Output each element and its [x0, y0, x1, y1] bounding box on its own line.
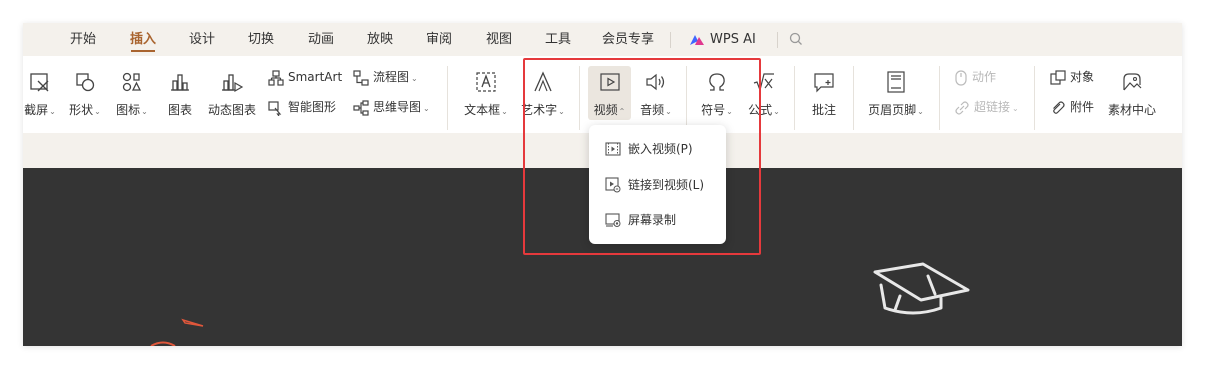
- group-divider: [794, 66, 795, 130]
- tab-divider: [777, 32, 778, 48]
- smart-shape-icon: [268, 100, 282, 116]
- shape-button[interactable]: 形状⌄: [65, 56, 105, 126]
- header-footer-icon: [887, 71, 905, 93]
- group-divider: [447, 66, 448, 130]
- tab-tools[interactable]: 工具: [545, 23, 571, 56]
- mindmap-label: 思维导图: [373, 100, 422, 114]
- attachment-label: 附件: [1070, 100, 1095, 114]
- dynamic-chart-icon: [222, 74, 244, 93]
- tab-design[interactable]: 设计: [189, 23, 215, 56]
- tab-start[interactable]: 开始: [70, 23, 96, 56]
- hyperlink-icon: [955, 100, 969, 115]
- screenshot-label: 截屏: [24, 103, 49, 117]
- mindmap-icon: [353, 99, 369, 116]
- group-divider: [853, 66, 854, 130]
- hyperlink-button[interactable]: 超链接 ⌄: [954, 97, 1019, 117]
- action-mouse-icon: [955, 69, 967, 86]
- tab-transition[interactable]: 切换: [248, 23, 274, 56]
- chart-icon: [171, 74, 189, 91]
- action-label: 动作: [972, 70, 997, 84]
- ribbon-tab-bar: 开始 插入 设计 切换 动画 放映 审阅 视图 工具 会员专享 WPS AI: [23, 23, 1182, 56]
- smart-shape-button[interactable]: 智能图形: [268, 97, 336, 117]
- tab-slideshow[interactable]: 放映: [367, 23, 393, 56]
- icons-grid-icon: [122, 72, 142, 92]
- header-footer-label: 页眉页脚: [868, 103, 917, 117]
- smartart-label: SmartArt: [288, 70, 343, 84]
- object-button[interactable]: 对象: [1050, 67, 1094, 87]
- wps-ai-logo-icon: [690, 34, 704, 45]
- wps-ai-button[interactable]: WPS AI: [689, 23, 756, 56]
- flowchart-button[interactable]: 流程图 ⌄: [353, 67, 418, 87]
- comment-button[interactable]: 批注: [804, 56, 844, 126]
- action-button[interactable]: 动作: [954, 67, 996, 87]
- tab-divider: [670, 32, 671, 48]
- wps-ai-label: WPS AI: [710, 32, 756, 47]
- icon-label: 图标: [116, 103, 141, 117]
- shape-label: 形状: [69, 103, 94, 117]
- group-divider: [1034, 66, 1035, 130]
- tab-view[interactable]: 视图: [486, 23, 512, 56]
- dynamic-chart-label: 动态图表: [207, 103, 256, 117]
- paperclip-icon: [1053, 100, 1065, 114]
- header-footer-button[interactable]: 页眉页脚⌄: [863, 56, 929, 126]
- textbox-icon: [476, 72, 496, 92]
- screenshot-icon: [30, 73, 49, 92]
- tab-animation[interactable]: 动画: [308, 23, 334, 56]
- comment-label: 批注: [811, 103, 836, 117]
- textbox-button[interactable]: 文本框⌄: [459, 56, 513, 126]
- tab-review[interactable]: 审阅: [426, 23, 452, 56]
- red-chalk-mark: [150, 341, 176, 346]
- tab-insert[interactable]: 插入: [130, 23, 156, 56]
- red-chalk-mark: [181, 318, 204, 327]
- screenshot-button[interactable]: 截屏⌄: [23, 56, 63, 126]
- object-icon: [1050, 69, 1066, 85]
- mindmap-button[interactable]: 思维导图 ⌄: [353, 97, 430, 117]
- material-center-label: 素材中心: [1107, 103, 1156, 117]
- smartart-icon: [268, 69, 284, 86]
- textbox-label: 文本框: [464, 103, 501, 117]
- attachment-button[interactable]: 附件: [1050, 97, 1094, 117]
- group-divider: [939, 66, 940, 130]
- hyperlink-label: 超链接: [974, 100, 1011, 114]
- material-center-button[interactable]: 素材中心: [1102, 56, 1162, 126]
- chart-label: 图表: [167, 103, 192, 117]
- shape-icon: [76, 73, 95, 92]
- object-label: 对象: [1070, 70, 1095, 84]
- icon-button[interactable]: 图标⌄: [111, 56, 153, 126]
- flowchart-label: 流程图: [373, 70, 410, 84]
- comment-add-icon: [814, 73, 834, 93]
- smart-shape-label: 智能图形: [288, 100, 337, 114]
- graduation-cap-icon: [873, 262, 970, 315]
- tab-member[interactable]: 会员专享: [602, 23, 654, 56]
- highlight-annotation-box: [523, 58, 761, 255]
- smartart-button[interactable]: SmartArt: [268, 67, 342, 87]
- flowchart-icon: [353, 69, 369, 86]
- chart-button[interactable]: 图表: [160, 56, 200, 126]
- material-center-icon: [1123, 73, 1142, 91]
- dynamic-chart-button[interactable]: 动态图表: [205, 56, 259, 126]
- search-icon[interactable]: [788, 31, 804, 47]
